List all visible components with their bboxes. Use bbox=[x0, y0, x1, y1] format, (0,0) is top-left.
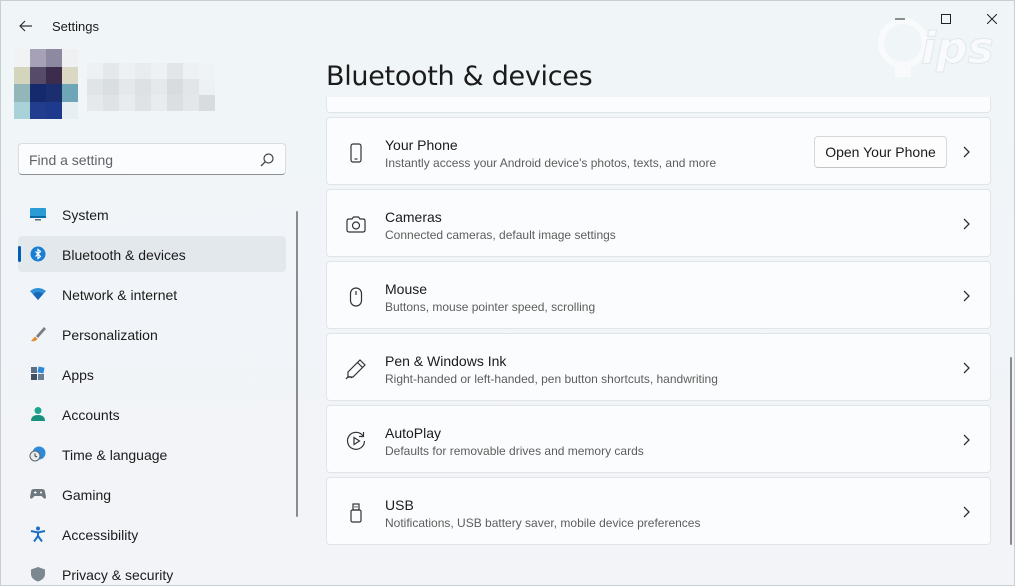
minimize-icon bbox=[895, 18, 905, 20]
profile-name-redacted bbox=[87, 63, 215, 111]
card-title: Mouse bbox=[385, 281, 428, 297]
autoplay-icon bbox=[346, 431, 366, 450]
shield-icon bbox=[31, 567, 45, 582]
chevron-right-icon bbox=[963, 434, 970, 446]
sidebar-item-personalization[interactable]: Personalization bbox=[18, 316, 286, 352]
back-arrow-icon bbox=[19, 20, 32, 32]
sidebar-item-apps[interactable]: Apps bbox=[18, 356, 286, 392]
card-mouse[interactable]: Mouse Buttons, mouse pointer speed, scro… bbox=[326, 261, 991, 329]
title-bar: Settings ips bbox=[1, 1, 1014, 77]
card-description: Right-handed or left-handed, pen button … bbox=[385, 372, 718, 386]
mouse-icon bbox=[349, 287, 363, 307]
chevron-right-icon bbox=[963, 146, 970, 158]
brush-icon bbox=[31, 327, 46, 342]
app-title: Settings bbox=[52, 19, 99, 34]
minimize-button[interactable] bbox=[877, 5, 923, 33]
sidebar-item-label: Privacy & security bbox=[62, 567, 174, 583]
bluetooth-icon bbox=[30, 246, 46, 262]
camera-icon bbox=[346, 216, 366, 233]
sidebar-item-label: Accessibility bbox=[62, 527, 139, 543]
search-input[interactable] bbox=[29, 150, 249, 170]
sidebar-item-label: System bbox=[62, 207, 109, 223]
card-description: Buttons, mouse pointer speed, scrolling bbox=[385, 300, 596, 314]
main-scrollbar[interactable] bbox=[1010, 357, 1012, 545]
back-button[interactable] bbox=[9, 9, 43, 43]
chevron-right-icon bbox=[963, 362, 970, 374]
card-your-phone[interactable]: Your Phone Instantly access your Android… bbox=[326, 117, 991, 185]
card-title: Pen & Windows Ink bbox=[385, 353, 507, 369]
sidebar-item-bluetooth[interactable]: Bluetooth & devices bbox=[18, 236, 286, 272]
sidebar-item-time-language[interactable]: Time & language bbox=[18, 436, 286, 472]
person-icon bbox=[31, 407, 45, 421]
card-description: Notifications, USB battery saver, mobile… bbox=[385, 516, 701, 530]
card-description: Connected cameras, default image setting… bbox=[385, 228, 616, 242]
card-autoplay[interactable]: AutoPlay Defaults for removable drives a… bbox=[326, 405, 991, 473]
card-cameras[interactable]: Cameras Connected cameras, default image… bbox=[326, 189, 991, 257]
phone-icon bbox=[350, 143, 362, 163]
monitor-icon bbox=[30, 208, 46, 221]
chevron-right-icon bbox=[963, 218, 970, 230]
pen-icon bbox=[345, 359, 366, 380]
avatar[interactable] bbox=[14, 49, 78, 119]
sidebar-item-label: Apps bbox=[62, 367, 94, 383]
sidebar-item-network[interactable]: Network & internet bbox=[18, 276, 286, 312]
page-title: Bluetooth & devices bbox=[326, 61, 593, 92]
maximize-icon bbox=[941, 14, 951, 24]
sidebar-item-gaming[interactable]: Gaming bbox=[18, 476, 286, 512]
search-icon bbox=[260, 153, 274, 167]
usb-icon bbox=[350, 503, 362, 523]
sidebar-item-label: Network & internet bbox=[62, 287, 178, 303]
sidebar-item-label: Gaming bbox=[62, 487, 112, 503]
partially-visible-card[interactable] bbox=[326, 97, 991, 113]
sidebar-item-label: Bluetooth & devices bbox=[62, 247, 186, 263]
close-button[interactable] bbox=[969, 5, 1014, 33]
sidebar-item-accounts[interactable]: Accounts bbox=[18, 396, 286, 432]
sidebar-scrollbar[interactable] bbox=[296, 211, 298, 517]
card-pen-windows-ink[interactable]: Pen & Windows Ink Right-handed or left-h… bbox=[326, 333, 991, 401]
sidebar-item-label: Personalization bbox=[62, 327, 158, 343]
sidebar-nav: System Bluetooth & devices Network & int… bbox=[18, 196, 286, 585]
chevron-right-icon bbox=[963, 506, 970, 518]
sidebar-item-privacy[interactable]: Privacy & security bbox=[18, 556, 286, 585]
sidebar-item-label: Time & language bbox=[62, 447, 168, 463]
card-title: USB bbox=[385, 497, 414, 513]
sidebar-item-accessibility[interactable]: Accessibility bbox=[18, 516, 286, 552]
close-icon bbox=[987, 14, 997, 24]
card-title: Your Phone bbox=[385, 137, 458, 153]
search-box[interactable] bbox=[18, 143, 286, 175]
sidebar-item-system[interactable]: System bbox=[18, 196, 286, 232]
open-your-phone-button[interactable]: Open Your Phone bbox=[814, 136, 947, 168]
accessibility-icon bbox=[30, 526, 46, 542]
card-description: Defaults for removable drives and memory… bbox=[385, 444, 644, 458]
wifi-icon bbox=[30, 288, 46, 300]
maximize-button[interactable] bbox=[923, 5, 969, 33]
apps-icon bbox=[31, 366, 45, 380]
card-usb[interactable]: USB Notifications, USB battery saver, mo… bbox=[326, 477, 991, 545]
card-title: Cameras bbox=[385, 209, 442, 225]
card-description: Instantly access your Android device's p… bbox=[385, 156, 717, 170]
clock-globe-icon bbox=[29, 446, 46, 462]
chevron-right-icon bbox=[963, 290, 970, 302]
gamepad-icon bbox=[30, 489, 46, 499]
settings-window: Settings ips Find a setting System Bluet… bbox=[0, 0, 1015, 586]
card-title: AutoPlay bbox=[385, 425, 442, 441]
sidebar-item-label: Accounts bbox=[62, 407, 120, 423]
